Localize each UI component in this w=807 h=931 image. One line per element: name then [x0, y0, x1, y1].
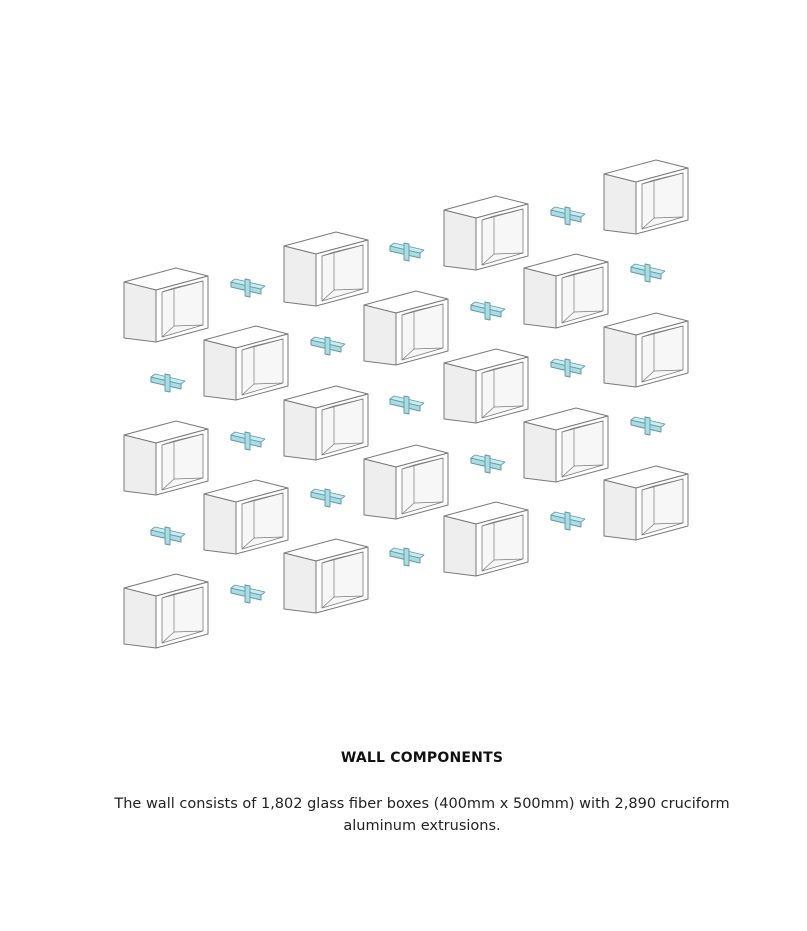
glass-fiber-box	[443, 501, 529, 577]
glass-fiber-box	[123, 267, 209, 343]
cruciform-extrusion	[230, 278, 266, 298]
glass-fiber-box	[603, 159, 689, 235]
glass-fiber-box	[283, 385, 369, 461]
cruciform-extrusion	[150, 373, 186, 393]
cruciform-extrusion	[230, 431, 266, 451]
glass-fiber-box	[603, 312, 689, 388]
cruciform-extrusion	[550, 358, 586, 378]
cruciform-extrusion	[550, 206, 586, 226]
diagram-caption: The wall consists of 1,802 glass fiber b…	[114, 796, 730, 834]
cruciform-extrusion	[389, 395, 425, 415]
cruciform-extrusion	[389, 547, 425, 567]
glass-fiber-box	[363, 444, 449, 520]
glass-fiber-box	[443, 195, 529, 271]
glass-fiber-box	[523, 407, 609, 483]
glass-fiber-box	[203, 325, 289, 401]
glass-fiber-box	[443, 348, 529, 424]
glass-fiber-box	[603, 465, 689, 541]
cruciform-extrusion	[150, 526, 186, 546]
glass-fiber-box	[283, 231, 369, 307]
cruciform-extrusion	[230, 584, 266, 604]
glass-fiber-box	[363, 290, 449, 366]
glass-fiber-box	[283, 538, 369, 614]
cruciform-extrusion	[470, 454, 506, 474]
cruciform-extrusion	[630, 416, 666, 436]
glass-fiber-box	[523, 253, 609, 329]
cruciform-extrusion	[389, 242, 425, 262]
diagram-title: WALL COMPONENTS	[340, 750, 504, 766]
glass-fiber-box	[203, 479, 289, 555]
cruciform-extrusion	[310, 488, 346, 508]
glass-fiber-box	[123, 573, 209, 649]
wall-components-diagram	[123, 159, 689, 649]
cruciform-extrusion	[550, 511, 586, 531]
glass-fiber-box	[123, 420, 209, 496]
cruciform-extrusion	[630, 263, 666, 283]
cruciform-extrusion	[470, 301, 506, 321]
cruciform-extrusion	[310, 336, 346, 356]
